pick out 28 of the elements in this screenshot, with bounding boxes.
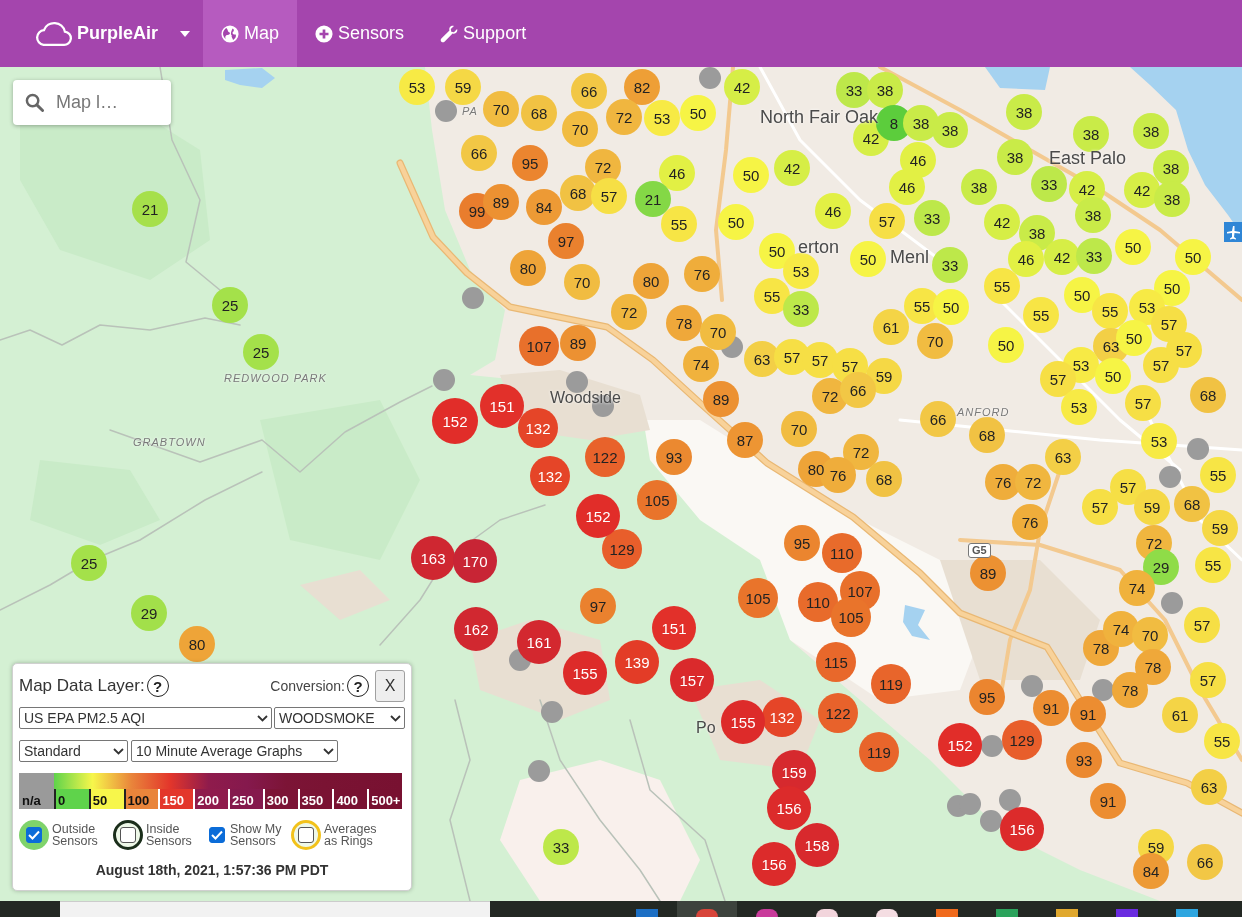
panel-title: Map Data Layer: (19, 675, 145, 698)
place-label: REDWOOD PARK (224, 373, 327, 384)
field-label: Conversion: (270, 676, 345, 696)
aqi-scale-segment: 500+ (367, 789, 402, 809)
aqi-scale-segment: 200 (193, 789, 228, 809)
aqi-scale-segment: 400 (332, 789, 368, 809)
aqi-scale-segment: 50 (88, 789, 124, 809)
place-label: erton (798, 238, 840, 256)
toggle-label: Show My Sensors (230, 823, 283, 847)
place-label: Woodside (550, 390, 621, 406)
place-label: GRABTOWN (133, 437, 206, 448)
aqi-scale-segment: 150 (158, 789, 194, 809)
aqi-scale-segment: n/a (19, 773, 54, 809)
toggle-label: Inside Sensors (146, 823, 193, 847)
aqi-scale-segment: 300 (262, 789, 298, 809)
place-label: Menl (890, 248, 929, 266)
place-label: ANFORD (957, 407, 1010, 418)
toggle-label: Averages as Rings (324, 823, 378, 847)
toggle-label: Outside Sensors (52, 823, 99, 847)
aqi-scale-segment: 350 (297, 789, 333, 809)
place-label: Po (696, 720, 716, 736)
place-label: PA (462, 106, 478, 117)
place-label: East Palo (1049, 149, 1127, 167)
route-shield: G5 (968, 543, 991, 558)
timestamp: August 18th, 2021, 1:57:36 PM PDT (94, 861, 330, 880)
aqi-scale-segment: 0 (54, 789, 89, 809)
aqi-scale-segment: 250 (228, 789, 263, 809)
aqi-scale-segment: 100 (123, 789, 159, 809)
